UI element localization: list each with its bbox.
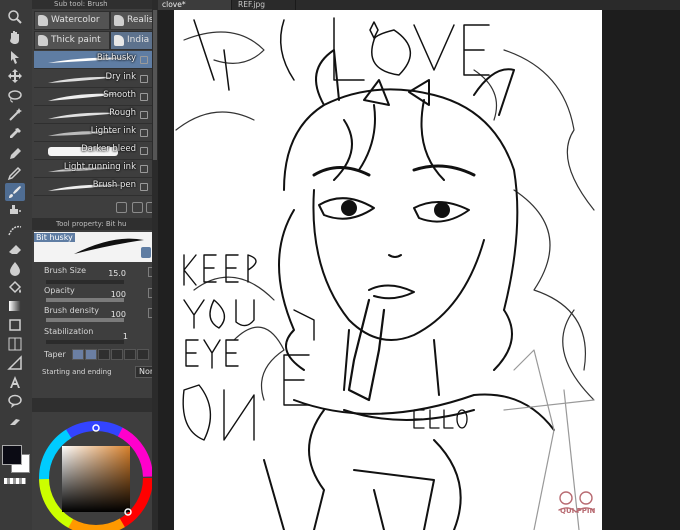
color-wheel[interactable] xyxy=(34,416,158,530)
pencil-icon[interactable] xyxy=(5,164,25,182)
start-end-label: Starting and ending xyxy=(42,368,112,376)
main-color-swatch[interactable] xyxy=(2,445,22,465)
brush-size-slider[interactable] xyxy=(46,280,124,284)
group-thick-paint[interactable]: Thick paint xyxy=(34,31,110,50)
frame-icon[interactable] xyxy=(5,335,25,353)
brush-item-light-running-ink[interactable]: Light running ink xyxy=(34,160,154,178)
airbrush-icon[interactable] xyxy=(5,202,25,220)
tool-bar xyxy=(0,0,33,530)
group-realistic[interactable]: Realistic w xyxy=(110,11,156,30)
stabilization-value[interactable]: 1 xyxy=(98,332,128,341)
watercolor-icon xyxy=(38,15,48,26)
group-watercolor[interactable]: Watercolor xyxy=(34,11,110,30)
text-icon[interactable] xyxy=(5,373,25,391)
canvas-right-margin xyxy=(602,10,680,530)
correct-line-icon[interactable] xyxy=(5,411,25,429)
move-icon[interactable] xyxy=(5,67,25,85)
taper-label: Taper xyxy=(44,350,66,359)
brush-item-darker-bleed[interactable]: Darker bleed xyxy=(34,142,154,160)
taper-option[interactable] xyxy=(85,349,97,360)
brush-item-lighter-ink[interactable]: Lighter ink xyxy=(34,124,154,142)
taper-option[interactable] xyxy=(72,349,84,360)
tab-clove[interactable]: clove* xyxy=(158,0,232,10)
document-tabs: clove* REF.jpg xyxy=(158,0,680,10)
sketch-artwork xyxy=(175,17,595,530)
group-india-ink[interactable]: India ink xyxy=(110,31,156,50)
lock-icon xyxy=(140,183,148,191)
scroll-thumb[interactable] xyxy=(153,10,157,160)
copy-subtool-icon[interactable] xyxy=(132,202,143,213)
canvas-area: clove* REF.jpg QUI PPIN xyxy=(158,0,680,530)
cursor-icon[interactable] xyxy=(5,48,25,66)
balloon-icon[interactable] xyxy=(5,392,25,410)
sub-tool-panel: Sub tool: Brush Watercolor Realistic w T… xyxy=(32,0,168,530)
lock-icon xyxy=(140,111,148,119)
sub-tool-header: Sub tool: Brush xyxy=(32,0,158,9)
zoom-icon[interactable] xyxy=(5,8,25,26)
brush-size-value[interactable]: 15.0 xyxy=(96,269,126,278)
taper-option[interactable] xyxy=(124,349,136,360)
drawing-canvas[interactable]: QUI PPIN xyxy=(174,10,602,530)
lock-icon xyxy=(140,129,148,137)
color-panel-header xyxy=(32,398,158,412)
taper-option[interactable] xyxy=(137,349,149,360)
opacity-label: Opacity xyxy=(44,286,75,295)
fill-icon[interactable] xyxy=(5,278,25,296)
stabilization-label: Stabilization xyxy=(44,327,94,336)
brush-item-rough[interactable]: Rough xyxy=(34,106,154,124)
brush-item-brush-pen[interactable]: Brush pen xyxy=(34,178,154,196)
add-subtool-icon[interactable] xyxy=(116,202,127,213)
tab-ref[interactable]: REF.jpg xyxy=(234,0,296,10)
brush-density-label: Brush density xyxy=(44,306,99,315)
ruler-icon[interactable] xyxy=(5,354,25,372)
brush-icon[interactable] xyxy=(5,183,25,201)
tool-property-header: Tool property: Bit hu xyxy=(32,218,158,230)
brush-item-bit-husky[interactable]: Bit husky xyxy=(34,51,154,69)
hand-icon[interactable] xyxy=(5,28,25,46)
lock-icon xyxy=(140,93,148,101)
lock-icon xyxy=(140,165,148,173)
india-ink-icon xyxy=(114,35,124,46)
magic-wand-icon[interactable] xyxy=(5,106,25,124)
lock-icon xyxy=(140,147,148,155)
blend-icon[interactable] xyxy=(5,259,25,277)
brush-density-value[interactable]: 100 xyxy=(96,310,126,319)
signature-text: QUI PPIN xyxy=(560,507,596,515)
eyedropper-icon[interactable] xyxy=(5,125,25,143)
gradient-icon[interactable] xyxy=(5,297,25,315)
brush-preview-label: Bit husky xyxy=(34,233,75,242)
pen-icon[interactable] xyxy=(5,145,25,163)
brush-item-smooth[interactable]: Smooth xyxy=(34,88,154,106)
figure-icon[interactable] xyxy=(5,316,25,334)
transparent-color-swatch[interactable] xyxy=(4,478,26,484)
realistic-icon xyxy=(114,15,124,26)
decoration-icon[interactable] xyxy=(5,221,25,239)
lock-icon xyxy=(140,75,148,83)
taper-option[interactable] xyxy=(111,349,123,360)
thick-paint-icon xyxy=(38,35,48,46)
eraser-icon[interactable] xyxy=(5,240,25,258)
preview-lock-icon xyxy=(141,247,151,258)
brush-item-dry-ink[interactable]: Dry ink xyxy=(34,70,154,88)
brush-size-label: Brush Size xyxy=(44,266,87,275)
lasso-icon[interactable] xyxy=(5,87,25,105)
lock-icon xyxy=(140,56,148,64)
taper-option[interactable] xyxy=(98,349,110,360)
opacity-value[interactable]: 100 xyxy=(96,290,126,299)
